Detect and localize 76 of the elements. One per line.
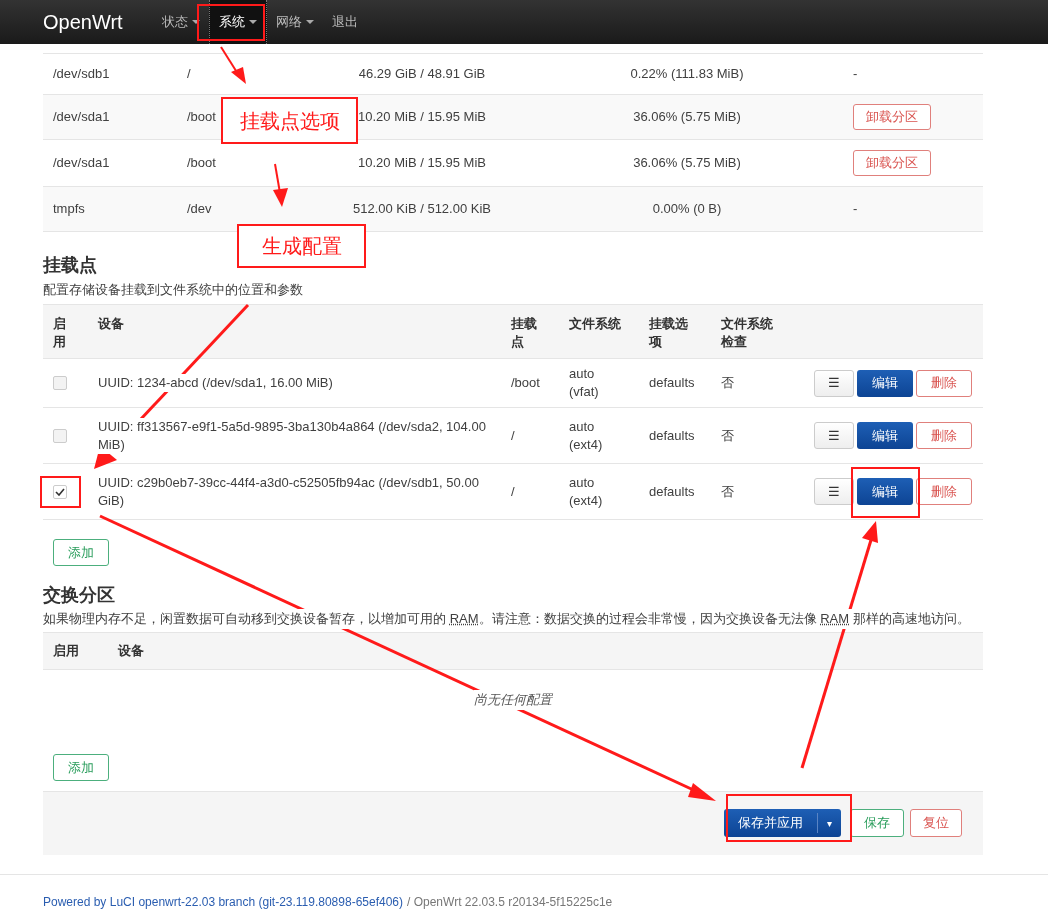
reset-button[interactable]: 复位 bbox=[910, 809, 962, 837]
column-header: 设备 bbox=[117, 642, 144, 661]
table-cell-text: 否 bbox=[720, 482, 735, 501]
table-cell: /dev/sdb1 bbox=[53, 66, 110, 82]
table-cell: 0.00% (0 B) bbox=[652, 201, 722, 217]
nav-menu-item[interactable]: 退出 bbox=[322, 0, 367, 44]
arrow bbox=[220, 46, 246, 84]
column-header: 文件系统 bbox=[568, 315, 622, 333]
edit-button[interactable]: 编辑 bbox=[857, 369, 913, 397]
table-cell: 0.22% (111.83 MiB) bbox=[630, 66, 744, 82]
footer-link[interactable]: Powered by LuCI openwrt-22.03 branch (git-23.119.80898-65ef406) bbox=[43, 893, 403, 911]
section-title: 挂载点 bbox=[43, 254, 98, 276]
brand-logo: OpenWrt bbox=[43, 10, 123, 35]
table-cell: /dev/sda1 bbox=[53, 109, 110, 125]
table-cell: UUID: 1234-abcd (/dev/sda1, 16.00 MiB) bbox=[98, 374, 333, 392]
delete-button[interactable]: 删除 bbox=[916, 478, 972, 505]
menu-button[interactable]: ☰ bbox=[814, 369, 854, 397]
table-cell: 10.20 MiB / 15.95 MiB bbox=[358, 155, 486, 171]
table-cell: /boot bbox=[187, 109, 216, 125]
column-header: 启用 bbox=[52, 642, 80, 661]
section-title: 交换分区 bbox=[43, 584, 116, 606]
column-header: 挂载点 bbox=[510, 315, 538, 351]
table-cell: 10.20 MiB / 15.95 MiB bbox=[358, 109, 486, 125]
section-description: 配置存储设备挂载到文件系统中的位置和参数 bbox=[43, 281, 304, 299]
save-button[interactable]: 保存 bbox=[850, 809, 904, 837]
highlight-frame bbox=[851, 467, 920, 518]
delete-button[interactable]: 删除 bbox=[916, 369, 972, 397]
table-cell-text: / bbox=[510, 482, 516, 501]
column-header: 设备 bbox=[97, 315, 125, 333]
column-header: 启用 bbox=[52, 315, 67, 351]
table-cell: 512.00 KiB / 512.00 KiB bbox=[352, 201, 491, 217]
table-cell-text: 否 bbox=[720, 374, 735, 393]
save-apply-button[interactable]: 保存并应用 ▾ bbox=[724, 809, 841, 837]
table-cell-text: auto (vfat) bbox=[568, 365, 600, 401]
menu-button[interactable]: ☰ bbox=[814, 422, 854, 449]
table-cell-text: auto (ext4) bbox=[568, 473, 604, 510]
edit-button[interactable]: 编辑 bbox=[857, 478, 913, 505]
column-header: 文件系统检查 bbox=[719, 315, 774, 351]
arrow bbox=[273, 163, 288, 207]
table-cell-text: /boot bbox=[510, 374, 541, 393]
table-cell: /dev/sda1 bbox=[53, 155, 110, 171]
checkbox[interactable] bbox=[53, 484, 67, 499]
table-cell-text: auto (ext4) bbox=[568, 417, 604, 454]
checkbox[interactable] bbox=[53, 376, 67, 390]
empty-placeholder-text: 尚无任何配置 bbox=[474, 690, 552, 710]
table-cell: /dev bbox=[187, 201, 212, 217]
table-cell: / bbox=[187, 66, 191, 82]
table-cell-text: defaults bbox=[648, 374, 696, 393]
annotation-callout: 生成配置 bbox=[237, 224, 366, 268]
table-cell-text: defaults bbox=[648, 426, 696, 445]
highlight-frame bbox=[40, 476, 81, 508]
footer-version-text: / OpenWrt 22.03.5 r20134-5f15225c1e bbox=[407, 894, 613, 911]
menu-button[interactable]: ☰ bbox=[814, 478, 854, 505]
table-cell: 46.29 GiB / 48.91 GiB bbox=[358, 66, 486, 82]
table-cell: 36.06% (5.75 MiB) bbox=[633, 155, 741, 171]
unmount-button[interactable]: 卸载分区 bbox=[853, 104, 931, 130]
table-cell-text: 否 bbox=[720, 426, 735, 445]
unmount-button[interactable]: 卸载分区 bbox=[853, 150, 931, 176]
nav-menu-item[interactable]: 网络 bbox=[266, 0, 323, 44]
annotation-callout: 挂载点选项 bbox=[221, 97, 358, 144]
table-cell-text: / bbox=[510, 426, 516, 445]
dropdown-toggle[interactable]: ▾ bbox=[818, 815, 841, 831]
table-cell: - bbox=[853, 66, 858, 82]
table-cell: tmpfs bbox=[53, 201, 85, 217]
nav-menu-item[interactable]: 状态 bbox=[152, 0, 209, 44]
table-cell-text: defaults bbox=[648, 482, 696, 501]
edit-button[interactable]: 编辑 bbox=[857, 422, 913, 449]
delete-button[interactable]: 删除 bbox=[916, 422, 972, 449]
table-cell: /boot bbox=[187, 155, 216, 171]
column-header: 挂载选项 bbox=[647, 315, 689, 351]
checkbox[interactable] bbox=[53, 428, 67, 443]
add-button[interactable]: 添加 bbox=[53, 754, 109, 781]
add-button[interactable]: 添加 bbox=[53, 539, 109, 566]
table-cell: - bbox=[853, 201, 858, 217]
highlight-frame bbox=[197, 4, 265, 41]
table-cell: 36.06% (5.75 MiB) bbox=[633, 109, 741, 125]
